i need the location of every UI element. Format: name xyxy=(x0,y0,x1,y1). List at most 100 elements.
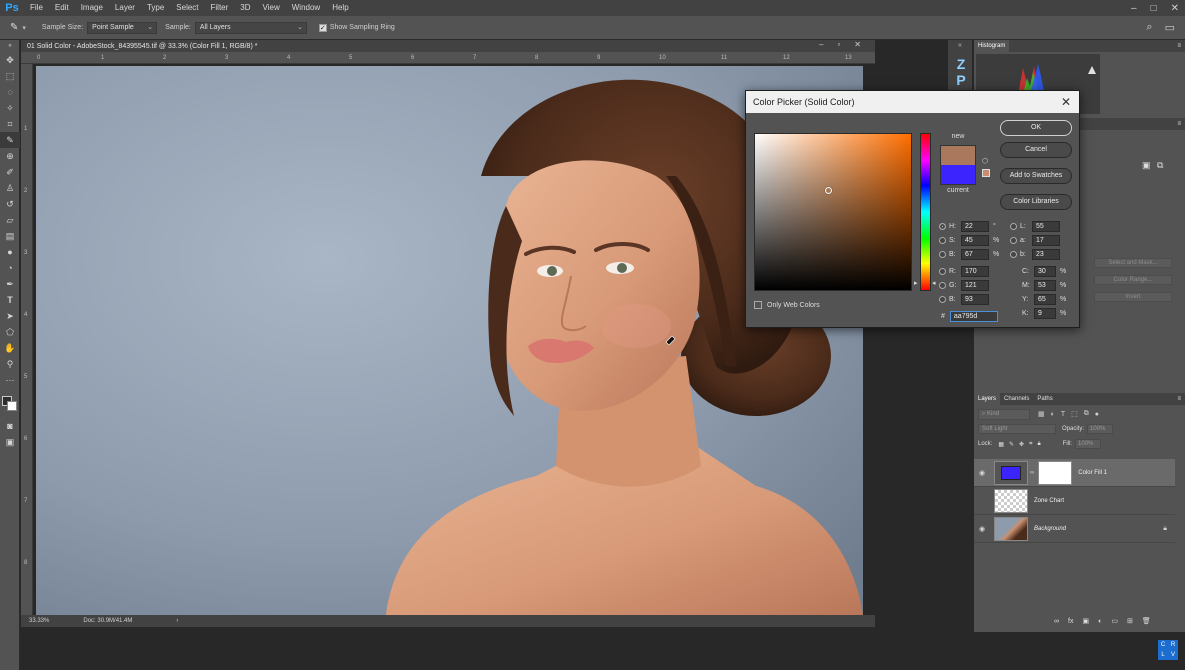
lock-transparent-icon[interactable]: ▦ xyxy=(998,441,1004,448)
zoom-tool-icon[interactable]: ⚲ xyxy=(0,356,20,372)
layer-style-icon[interactable]: fx xyxy=(1068,618,1073,625)
layer-mask-thumbnail[interactable] xyxy=(1038,460,1073,485)
lab-l-radio[interactable] xyxy=(1010,222,1017,230)
more-tools-icon[interactable]: ··· xyxy=(0,372,20,388)
doc-size-info[interactable]: Doc: 30.9M/41.4M xyxy=(83,618,132,624)
fill-input[interactable]: 100% xyxy=(1075,439,1102,449)
sample-select[interactable]: All Layers ⌄ xyxy=(194,21,307,34)
path-selection-tool-icon[interactable]: ➤ xyxy=(0,308,20,324)
brightness-input[interactable]: 67 xyxy=(961,248,989,260)
menu-view[interactable]: View xyxy=(257,0,286,16)
opacity-input[interactable]: 100% xyxy=(1087,424,1114,434)
menu-help[interactable]: Help xyxy=(326,0,354,16)
magenta-input[interactable]: 53 xyxy=(1034,279,1056,291)
new-group-icon[interactable]: ▭ xyxy=(1111,617,1118,625)
panel-menu-icon[interactable]: ≡ xyxy=(1177,396,1181,402)
lock-icon[interactable]: 🔒︎ xyxy=(1163,525,1167,533)
gamut-warning-swatch[interactable] xyxy=(982,169,990,177)
only-web-colors-checkbox[interactable] xyxy=(754,301,762,309)
close-icon[interactable]: ✕ xyxy=(1061,91,1071,113)
minimize-icon[interactable]: – xyxy=(1131,3,1137,14)
menu-select[interactable]: Select xyxy=(170,0,204,16)
menu-window[interactable]: Window xyxy=(286,0,326,16)
history-brush-tool-icon[interactable]: ↺ xyxy=(0,196,20,212)
background-color-swatch[interactable] xyxy=(7,401,17,411)
panel-menu-icon[interactable]: ≡ xyxy=(1177,121,1181,127)
adjustment-layer-icon[interactable]: ◐ xyxy=(1098,618,1102,625)
restore-icon[interactable]: ▫ xyxy=(837,40,840,52)
select-and-mask-button[interactable]: Select and Mask... xyxy=(1094,258,1172,268)
status-menu-chevron-icon[interactable]: › xyxy=(176,618,178,624)
eraser-tool-icon[interactable]: ▱ xyxy=(0,212,20,228)
tab-channels[interactable]: Channels xyxy=(1000,393,1033,405)
cyan-input[interactable]: 30 xyxy=(1034,265,1056,277)
hue-input[interactable]: 22 xyxy=(961,220,989,232)
blue-radio[interactable] xyxy=(939,295,946,303)
lab-a-input[interactable]: 17 xyxy=(1032,234,1060,246)
search-icon[interactable]: ⌕ xyxy=(1146,21,1152,34)
filter-adjustment-icon[interactable]: ◐ xyxy=(1051,411,1055,418)
tool-preset-chevron-icon[interactable]: ▾ xyxy=(22,24,26,32)
menu-image[interactable]: Image xyxy=(75,0,109,16)
lock-all-icon[interactable]: 🔒︎ xyxy=(1037,441,1040,448)
type-tool-icon[interactable]: T xyxy=(0,292,20,308)
menu-type[interactable]: Type xyxy=(141,0,170,16)
screen-mode-icon[interactable]: ▣ xyxy=(0,434,20,450)
filter-smart-object-icon[interactable]: ⧉ xyxy=(1084,410,1089,418)
lock-position-icon[interactable]: ✥ xyxy=(1019,441,1024,448)
eye-hidden-icon[interactable]: ◉ xyxy=(974,497,990,505)
color-field-cursor[interactable] xyxy=(825,187,832,194)
layer-name[interactable]: Zone Chart xyxy=(1034,498,1064,504)
ok-button[interactable]: OK xyxy=(1000,120,1072,136)
brightness-radio[interactable] xyxy=(939,250,946,258)
stamp-tool-icon[interactable]: ♙ xyxy=(0,180,20,196)
tab-layers[interactable]: Layers xyxy=(974,393,1001,405)
layer-name[interactable]: Background xyxy=(1034,526,1066,532)
hue-slider[interactable] xyxy=(920,133,931,291)
filter-toggle-icon[interactable]: ● xyxy=(1095,411,1099,418)
tab-histogram[interactable]: Histogram xyxy=(974,40,1010,52)
document-canvas[interactable] xyxy=(36,66,863,615)
move-tool-icon[interactable]: ✥ xyxy=(0,52,20,68)
saturation-radio[interactable] xyxy=(939,236,946,244)
filter-shape-icon[interactable]: ⬚ xyxy=(1071,410,1078,418)
lab-b-input[interactable]: 23 xyxy=(1032,248,1060,260)
show-sampling-ring-checkbox[interactable]: ✓ xyxy=(318,23,327,32)
lasso-tool-icon[interactable]: ◌ xyxy=(0,84,20,100)
eye-icon[interactable]: ◉ xyxy=(974,469,990,477)
shape-tool-icon[interactable]: ⬠ xyxy=(0,324,20,340)
saturation-brightness-field[interactable] xyxy=(754,133,912,291)
filter-type-icon[interactable]: T xyxy=(1061,411,1065,418)
maximize-icon[interactable]: □ xyxy=(1151,3,1157,14)
toolbar-collapse-icon[interactable]: » xyxy=(0,40,20,52)
menu-3d[interactable]: 3D xyxy=(234,0,256,16)
hue-slider-arrow-left-icon[interactable]: ▸ xyxy=(914,279,918,287)
hue-radio[interactable] xyxy=(939,222,946,230)
invert-button[interactable]: Invert xyxy=(1094,292,1172,302)
zoom-level[interactable]: 33.33% xyxy=(29,618,49,624)
tab-paths[interactable]: Paths xyxy=(1033,393,1056,405)
black-input[interactable]: 9 xyxy=(1034,307,1056,319)
filter-pixel-icon[interactable]: ▦ xyxy=(1038,410,1045,418)
lab-a-radio[interactable] xyxy=(1010,236,1017,244)
menu-filter[interactable]: Filter xyxy=(205,0,235,16)
document-tab[interactable]: 01 Solid Color - AdobeStock_84395545.tif… xyxy=(21,43,257,50)
red-input[interactable]: 170 xyxy=(961,265,989,277)
dodge-tool-icon[interactable]: ◔ xyxy=(0,260,20,276)
layer-thumbnail[interactable] xyxy=(994,488,1028,513)
gradient-tool-icon[interactable]: ▤ xyxy=(0,228,20,244)
saturation-input[interactable]: 45 xyxy=(961,234,989,246)
close-icon[interactable]: ✕ xyxy=(854,40,861,52)
brush-tool-icon[interactable]: ✐ xyxy=(0,164,20,180)
mask-icon[interactable]: ▣ xyxy=(1142,160,1151,171)
lock-pixels-icon[interactable]: ✎ xyxy=(1009,441,1014,448)
layer-row-color-fill[interactable]: ◉ ∞ Color Fill 1 xyxy=(974,459,1175,487)
lab-b-radio[interactable] xyxy=(1010,250,1017,258)
add-to-swatches-button[interactable]: Add to Swatches xyxy=(1000,168,1072,184)
link-layers-icon[interactable]: ∞ xyxy=(1054,618,1059,625)
eyedropper-tool-icon[interactable]: ✎ xyxy=(0,132,20,148)
close-icon[interactable]: ✕ xyxy=(1171,3,1179,14)
lab-l-input[interactable]: 55 xyxy=(1032,220,1060,232)
zone-plugin-icon[interactable]: ZP xyxy=(953,56,969,90)
delete-layer-icon[interactable]: 🗑︎ xyxy=(1142,617,1151,625)
